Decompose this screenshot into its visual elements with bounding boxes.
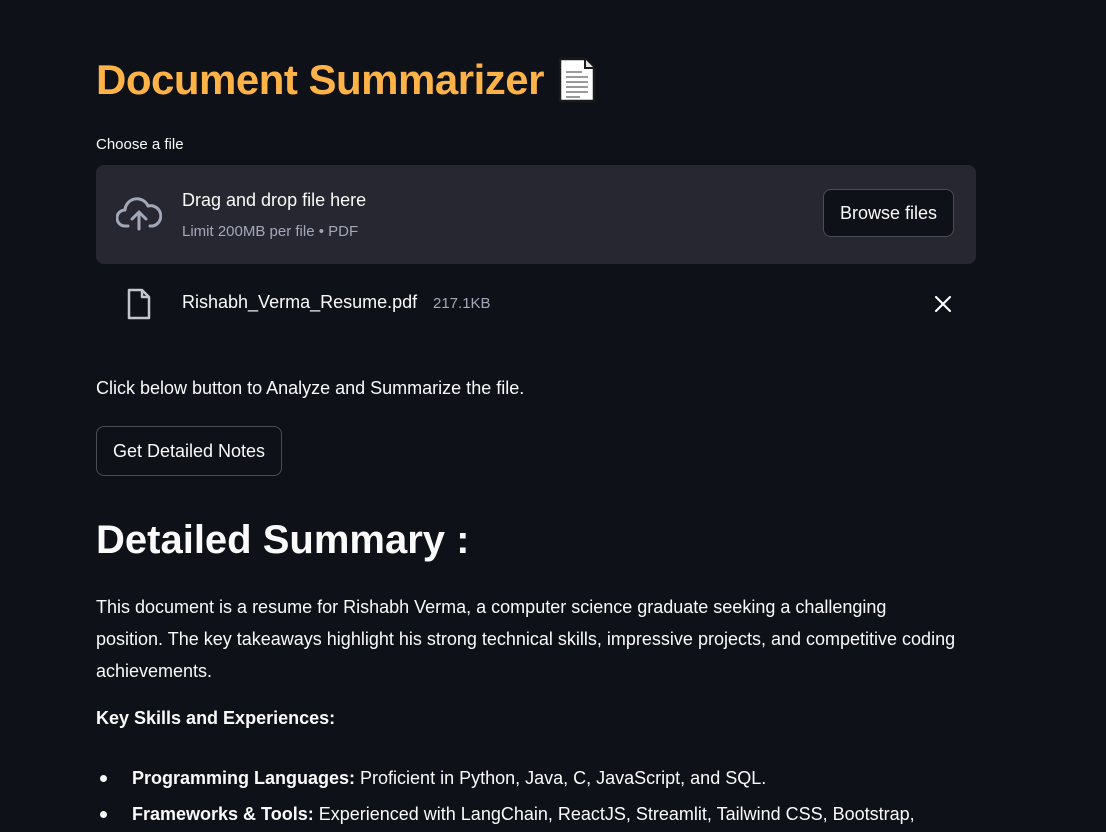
skill-text: Experienced with LangChain, ReactJS, Str… (313, 804, 915, 824)
dropzone-instructions: Drag and drop file here (182, 190, 367, 210)
get-detailed-notes-button[interactable]: Get Detailed Notes (96, 426, 282, 476)
skills-heading: Key Skills and Experiences: (96, 708, 336, 728)
analyze-instruction: Click below button to Analyze and Summar… (96, 378, 525, 398)
file-dropzone[interactable]: Drag and drop file here Limit 200MB per … (96, 165, 976, 264)
page-title-text: Document Summarizer (96, 56, 544, 103)
file-icon (126, 288, 152, 325)
uploaded-file-row: Rishabh_Verma_Resume.pdf 217.1KB (96, 283, 976, 325)
browse-files-button[interactable]: Browse files (823, 189, 954, 237)
bullet (100, 811, 107, 818)
close-icon[interactable] (928, 289, 958, 319)
skill-label: Programming Languages: (132, 768, 356, 788)
dropzone-limit-text: Limit 200MB per file • PDF (182, 223, 359, 240)
page-facing-up-icon (558, 57, 596, 103)
summary-paragraph: This document is a resume for Rishabh Ve… (96, 597, 956, 681)
uploaded-file-size: 217.1KB (433, 295, 491, 312)
uploader-label: Choose a file (96, 136, 184, 153)
skills-list: Programming Languages: Proficient in Pyt… (96, 760, 976, 832)
bullet (100, 775, 107, 782)
summary-heading: Detailed Summary : (96, 518, 470, 562)
skill-label: Frameworks & Tools: (132, 804, 314, 824)
skill-text: Proficient in Python, Java, C, JavaScrip… (355, 768, 767, 788)
page-title: Document Summarizer (96, 56, 596, 104)
list-item: Frameworks & Tools: Experienced with Lan… (96, 796, 976, 832)
cloud-upload-icon (115, 197, 163, 236)
list-item: Programming Languages: Proficient in Pyt… (96, 760, 976, 796)
uploaded-file-name: Rishabh_Verma_Resume.pdf (182, 292, 418, 312)
